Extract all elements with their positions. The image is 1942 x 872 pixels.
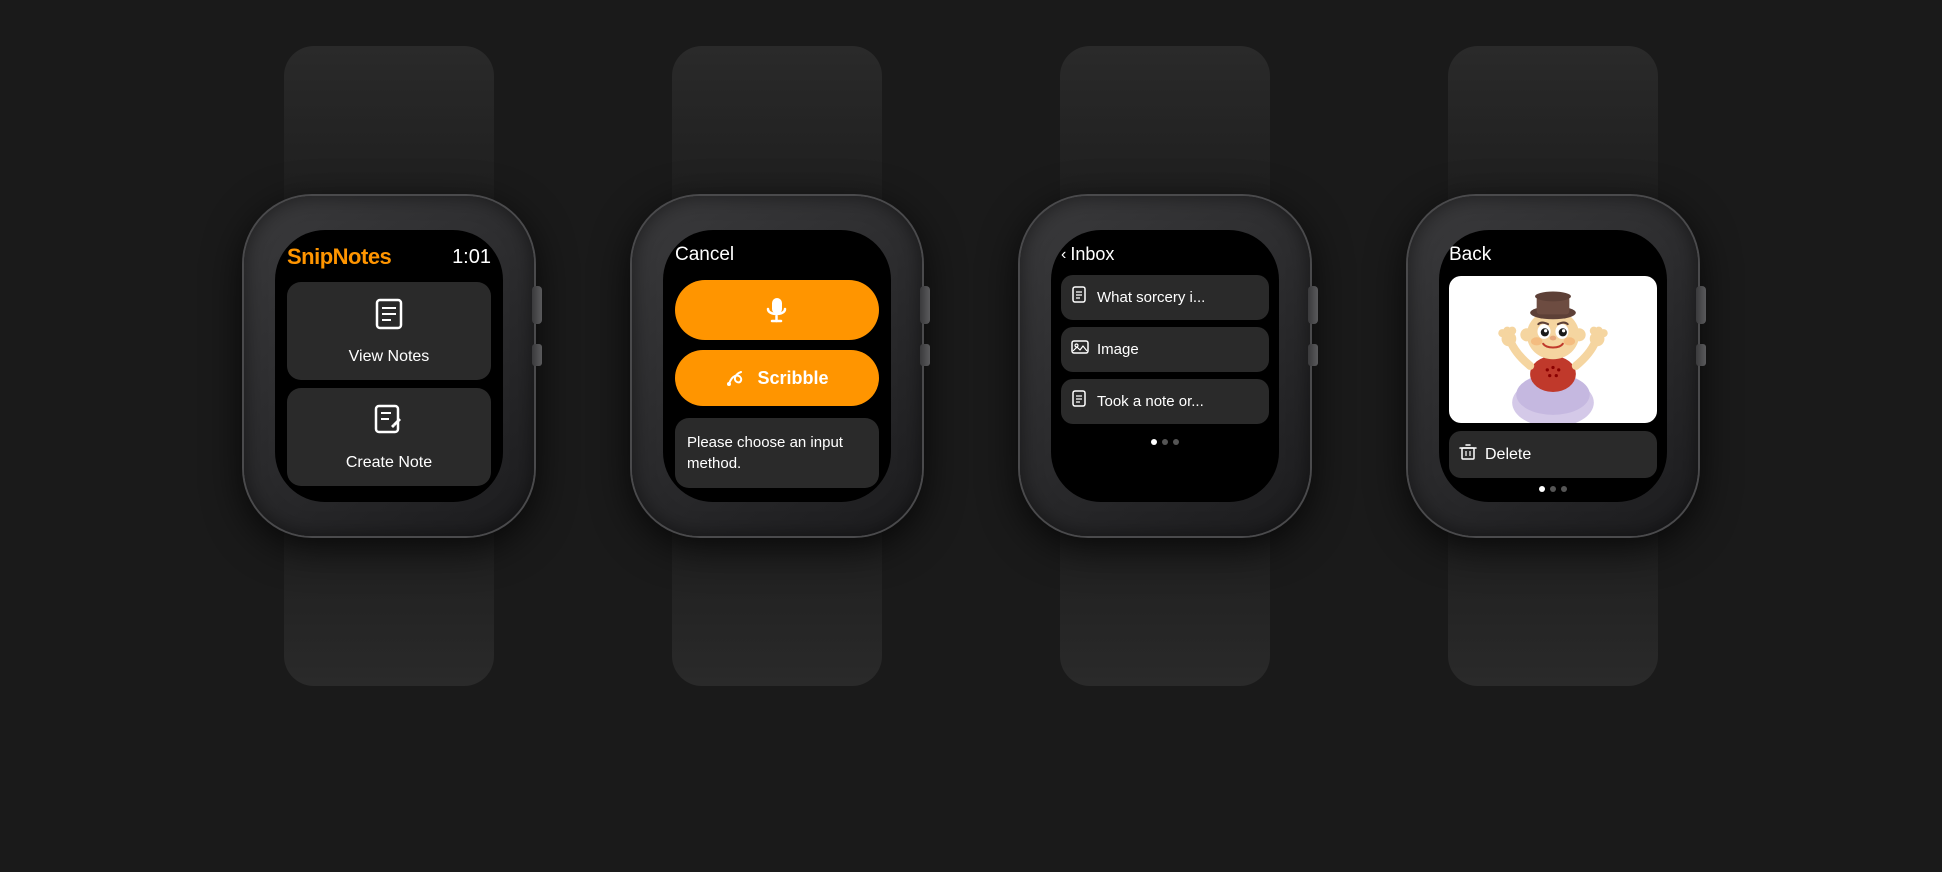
- image-icon: [1071, 338, 1089, 361]
- voice-button[interactable]: [675, 280, 879, 340]
- watch-crown-4: [1696, 286, 1706, 324]
- watch-body-3: ‹ Inbox What sorcery i...: [1020, 196, 1310, 536]
- took-note-text: Took a note or...: [1097, 393, 1204, 410]
- watch-screen-3: ‹ Inbox What sorcery i...: [1051, 230, 1279, 502]
- watch-1: SnipNotes 1:01 View Notes: [204, 46, 574, 826]
- watch-2: Cancel: [592, 46, 962, 826]
- page-dots-4: [1449, 486, 1657, 492]
- back-nav-3[interactable]: ‹ Inbox: [1061, 244, 1269, 265]
- band-bottom-3: [1060, 526, 1270, 686]
- create-note-button[interactable]: Create Note: [287, 388, 491, 486]
- what-sorcery-text: What sorcery i...: [1097, 289, 1205, 306]
- back-chevron-icon: ‹: [1061, 246, 1066, 264]
- dot-4b: [1550, 486, 1556, 492]
- app-title: SnipNotes: [287, 244, 391, 270]
- watch-crown-3: [1308, 286, 1318, 324]
- cartoon-image: [1449, 276, 1657, 423]
- trash-icon: [1459, 443, 1477, 466]
- watch-screen-1: SnipNotes 1:01 View Notes: [275, 230, 503, 502]
- band-top-3: [1060, 46, 1270, 206]
- inbox-item-what-sorcery[interactable]: What sorcery i...: [1061, 275, 1269, 320]
- screen4: Back: [1439, 230, 1667, 502]
- inbox-label: Inbox: [1070, 244, 1114, 265]
- screen3: ‹ Inbox What sorcery i...: [1051, 230, 1279, 502]
- band-bottom-1: [284, 526, 494, 686]
- create-note-label: Create Note: [346, 454, 432, 472]
- time-display: 1:01: [452, 246, 491, 269]
- watch-crown-1: [532, 286, 542, 324]
- dot-3b: [1162, 439, 1168, 445]
- cancel-button[interactable]: Cancel: [675, 244, 879, 266]
- watches-container: SnipNotes 1:01 View Notes: [204, 46, 1738, 826]
- dot-3c: [1173, 439, 1179, 445]
- scribble-row: Scribble: [725, 366, 828, 390]
- page-dots-3: [1061, 439, 1269, 445]
- band-bottom-2: [672, 526, 882, 686]
- dot-4c: [1561, 486, 1567, 492]
- image-preview: [1449, 276, 1657, 423]
- input-method-box: Please choose an input method.: [675, 418, 879, 488]
- watch-side-btn-1: [532, 344, 542, 366]
- note-icon-1: [1071, 286, 1089, 309]
- watch-body-2: Cancel: [632, 196, 922, 536]
- delete-button[interactable]: Delete: [1449, 431, 1657, 478]
- image-text: Image: [1097, 341, 1139, 358]
- dot-active-4: [1539, 486, 1545, 492]
- screen1: SnipNotes 1:01 View Notes: [275, 230, 503, 502]
- scribble-icon: [725, 366, 749, 390]
- view-notes-button[interactable]: View Notes: [287, 282, 491, 380]
- watch-side-btn-4: [1696, 344, 1706, 366]
- view-notes-label: View Notes: [349, 348, 430, 366]
- band-top-4: [1448, 46, 1658, 206]
- watch-body-1: SnipNotes 1:01 View Notes: [244, 196, 534, 536]
- microphone-icon: [763, 296, 791, 324]
- watch-crown-2: [920, 286, 930, 324]
- band-bottom-4: [1448, 526, 1658, 686]
- edit-icon: [371, 402, 407, 446]
- watch-side-btn-3: [1308, 344, 1318, 366]
- notes-icon: [371, 296, 407, 340]
- inbox-item-image[interactable]: Image: [1061, 327, 1269, 372]
- band-top-2: [672, 46, 882, 206]
- scribble-button[interactable]: Scribble: [675, 350, 879, 406]
- screen2: Cancel: [663, 230, 891, 502]
- watch-3: ‹ Inbox What sorcery i...: [980, 46, 1350, 826]
- watch-side-btn-2: [920, 344, 930, 366]
- watch-4: Back: [1368, 46, 1738, 826]
- screen1-header: SnipNotes 1:01: [287, 244, 491, 270]
- scribble-label: Scribble: [757, 368, 828, 389]
- inbox-item-took-note[interactable]: Took a note or...: [1061, 379, 1269, 424]
- dot-active-3: [1151, 439, 1157, 445]
- back-button-4[interactable]: Back: [1449, 244, 1657, 266]
- watch-screen-4: Back: [1439, 230, 1667, 502]
- note-icon-2: [1071, 390, 1089, 413]
- band-top-1: [284, 46, 494, 206]
- watch-screen-2: Cancel: [663, 230, 891, 502]
- watch-body-4: Back: [1408, 196, 1698, 536]
- input-method-text: Please choose an input method.: [687, 434, 843, 472]
- delete-label: Delete: [1485, 446, 1531, 464]
